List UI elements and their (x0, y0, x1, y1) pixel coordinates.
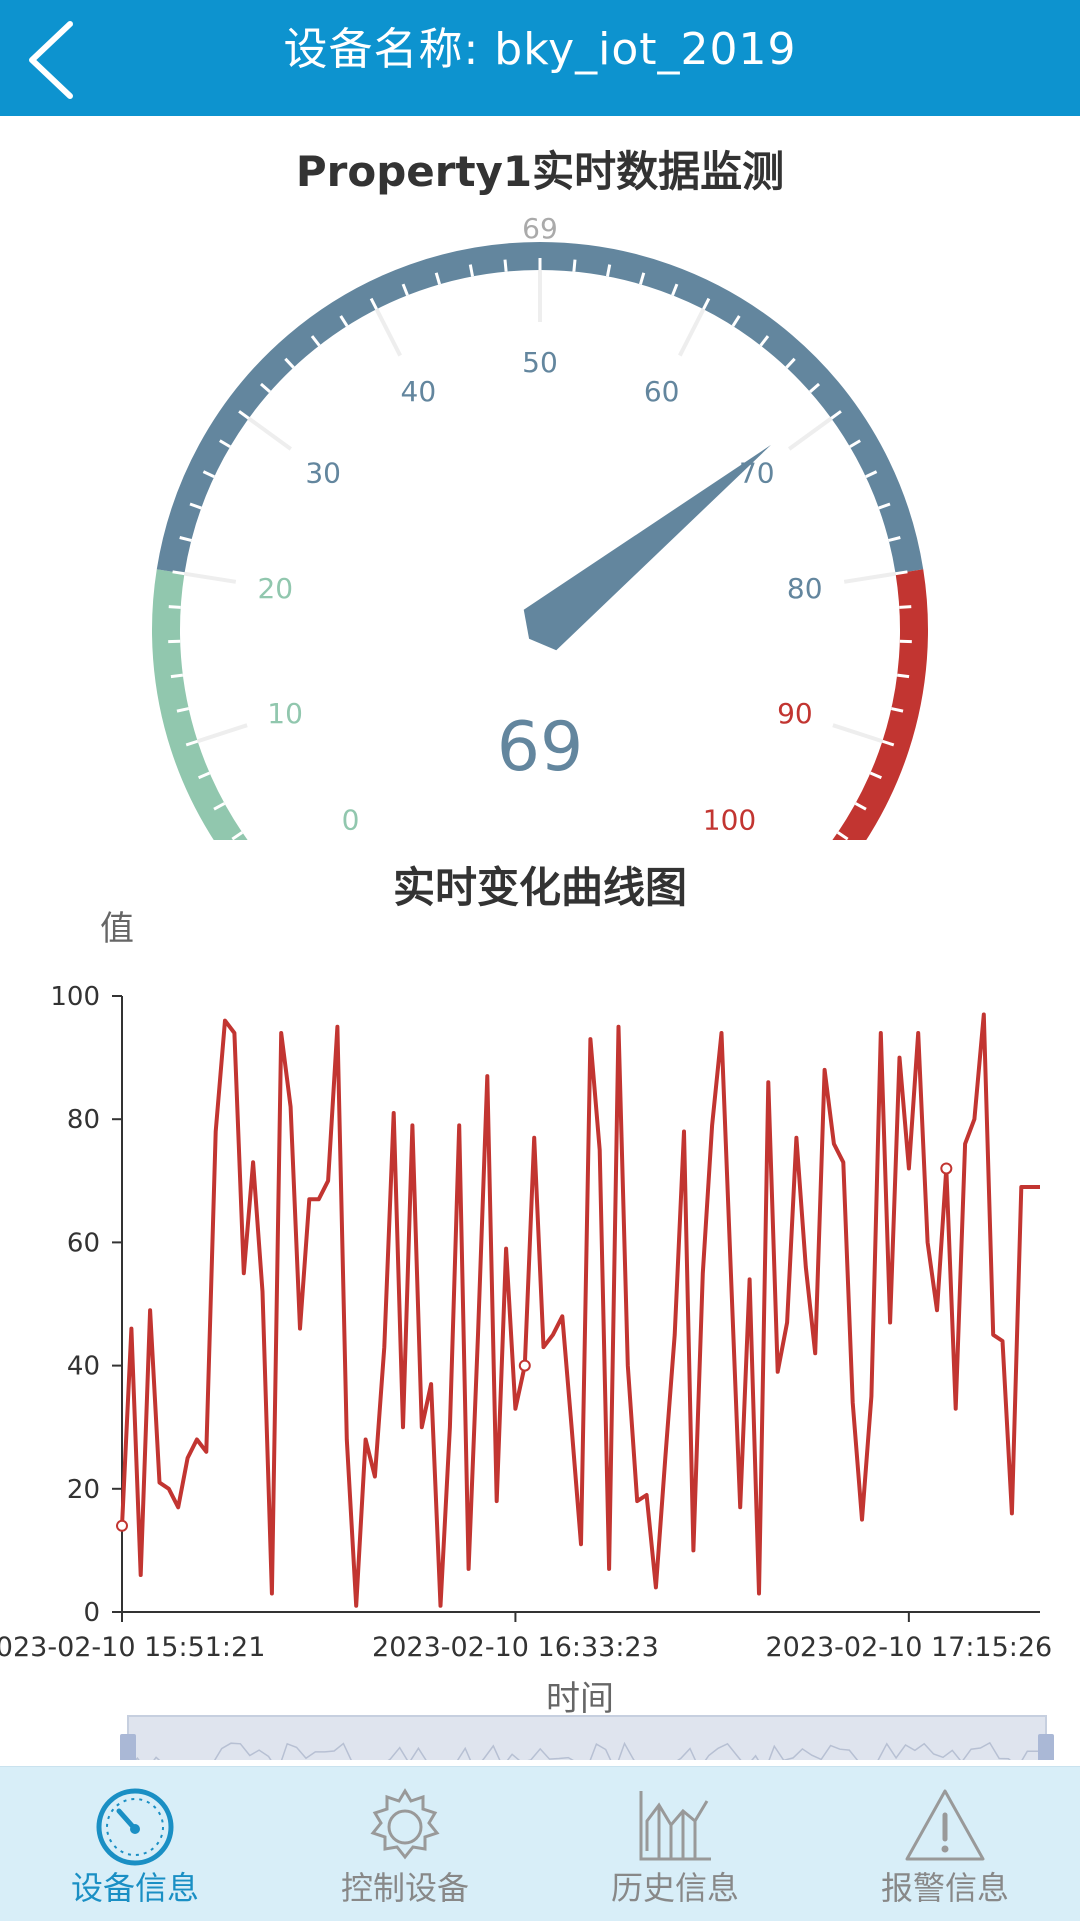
y-axis-label: 值 (100, 909, 134, 949)
gear-icon (361, 1781, 449, 1869)
bottom-tab-bar: 设备信息 控制设备 历史信息 报警信息 (0, 1766, 1080, 1921)
gauge-minor-tick (896, 572, 908, 574)
data-zoom-handle-right[interactable] (1038, 1734, 1054, 1760)
data-zoom-handle-left[interactable] (120, 1734, 136, 1760)
data-point (117, 1521, 127, 1531)
data-zoom-slider (128, 1716, 1046, 1760)
y-tick-label: 40 (67, 1352, 100, 1382)
series-line (122, 1015, 1040, 1606)
gauge-tick-label: 40 (401, 375, 437, 408)
y-tick-label: 20 (67, 1475, 100, 1505)
device-name-title: 设备名称: bky_iot_2019 (0, 0, 1080, 116)
y-tick-label: 80 (67, 1105, 100, 1135)
gauge-minor-tick (169, 607, 181, 608)
gauge-major-tick (184, 574, 235, 582)
data-point (520, 1361, 530, 1371)
gauge-tick-label: 20 (257, 572, 293, 605)
gauge-major-tick (844, 574, 895, 582)
gauge-minor-tick (897, 675, 909, 677)
data-point (941, 1163, 951, 1173)
tab-label: 设备信息 (0, 1863, 270, 1909)
gauge-top-label: 69 (522, 212, 558, 245)
gauge-tick-label: 90 (777, 697, 813, 730)
x-tick-label: 2023-02-10 17:15:26 (765, 1632, 1052, 1663)
gauge-tick-label: 50 (522, 346, 558, 379)
gauge-minor-tick (173, 572, 185, 574)
tab-label: 报警信息 (810, 1863, 1080, 1909)
warning-icon (901, 1781, 989, 1869)
y-tick-label: 60 (67, 1228, 100, 1258)
gauge-value: 69 (497, 708, 584, 787)
gauge-title: Property1实时数据监测 (0, 138, 1080, 199)
tab-control-device[interactable]: 控制设备 (270, 1767, 540, 1921)
gauge-minor-tick (574, 260, 575, 272)
tab-label: 历史信息 (540, 1863, 810, 1909)
gauge-tick-label: 70 (739, 456, 775, 489)
gauge-pointer (524, 445, 771, 650)
y-tick-label: 0 (83, 1598, 100, 1628)
x-tick-label: 2023-02-10 15:51:21 (0, 1632, 265, 1663)
gauge-major-tick (833, 725, 882, 741)
gauge-tick-label: 0 (342, 804, 360, 837)
gauge-minor-tick (505, 260, 506, 272)
line-chart: 值 0 20 40 60 80 100 2023-02-10 15:51:21 2023-02-… (0, 890, 1080, 1760)
y-tick-label: 100 (50, 982, 100, 1012)
gauge-major-tick (789, 418, 831, 449)
gauge-major-tick (377, 309, 401, 355)
gauge: 0 10 20 30 40 50 60 70 80 90 100 69 69 (0, 200, 1080, 840)
app-header: 设备名称: bky_iot_2019 (0, 0, 1080, 116)
gauge-tick-label: 10 (267, 697, 303, 730)
gauge-major-tick (249, 418, 291, 449)
history-chart-icon (631, 1781, 719, 1869)
tab-history-info[interactable]: 历史信息 (540, 1767, 810, 1921)
tab-label: 控制设备 (270, 1863, 540, 1909)
gauge-band (166, 571, 276, 840)
tab-device-info[interactable]: 设备信息 (0, 1767, 270, 1921)
gauge-tick-label: 100 (703, 804, 756, 837)
gauge-band (804, 571, 914, 840)
gauge-minor-tick (171, 675, 183, 677)
speedometer-icon (91, 1781, 179, 1869)
gauge-major-tick (198, 725, 247, 741)
gauge-tick-label: 60 (644, 375, 680, 408)
gauge-minor-tick (899, 607, 911, 608)
x-axis-label: 时间 (546, 1679, 614, 1719)
gauge-major-tick (680, 309, 704, 355)
gauge-tick-label: 80 (787, 572, 823, 605)
gauge-tick-label: 30 (305, 456, 341, 489)
tab-alarm-info[interactable]: 报警信息 (810, 1767, 1080, 1921)
x-tick-label: 2023-02-10 16:33:23 (372, 1632, 659, 1663)
